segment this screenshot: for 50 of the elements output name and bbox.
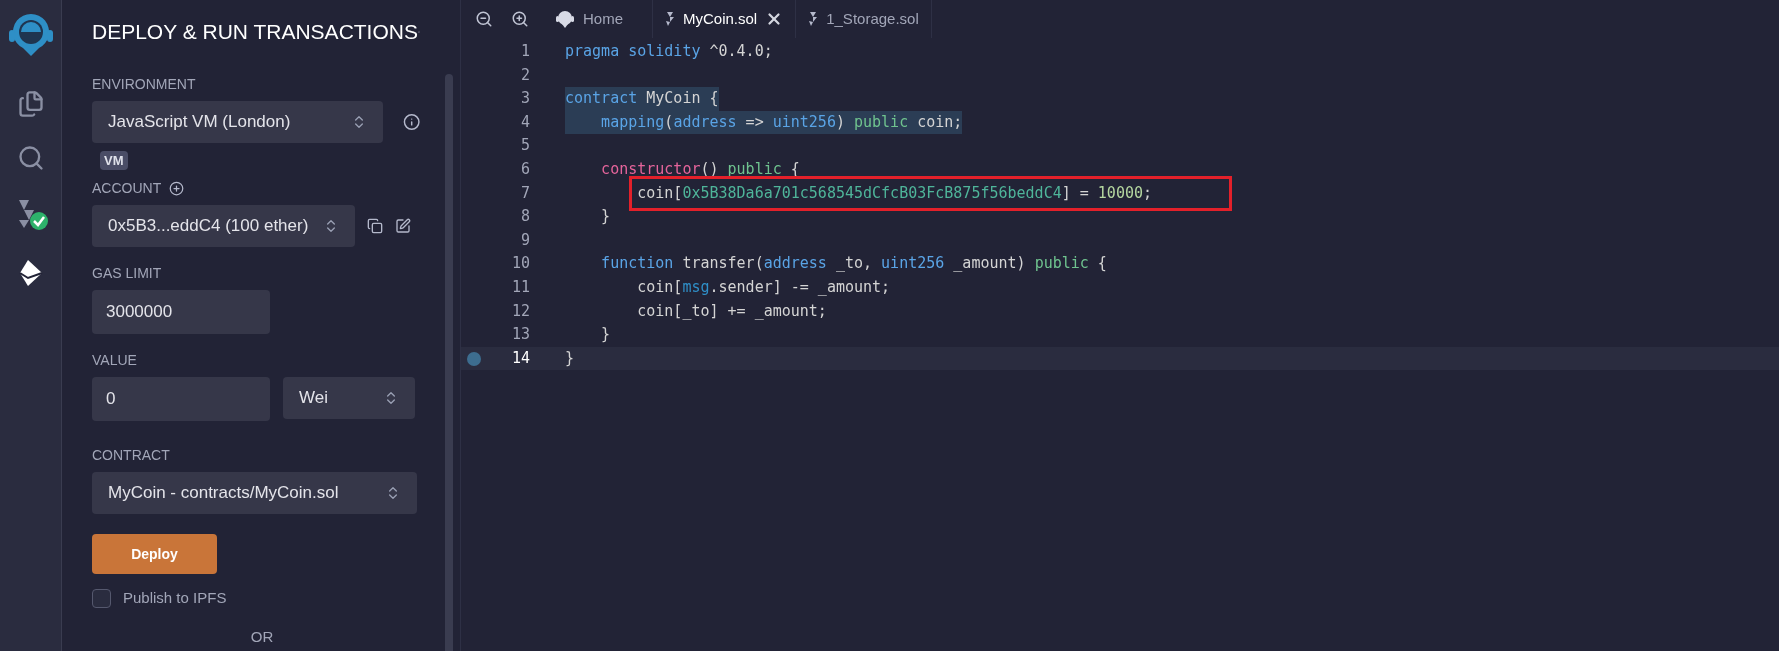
- gas-limit-field[interactable]: 3000000: [92, 290, 270, 334]
- line-number: 11: [510, 276, 530, 298]
- environment-select[interactable]: JavaScript VM (London): [92, 100, 383, 143]
- line-number: 9: [519, 229, 530, 251]
- add-icon[interactable]: [169, 181, 185, 196]
- info-icon[interactable]: [402, 112, 420, 131]
- value-field[interactable]: 0: [92, 377, 270, 421]
- code-line: coin[_to] += _amount;: [636, 300, 827, 322]
- line-number: 6: [519, 158, 530, 180]
- files-icon[interactable]: [16, 90, 45, 118]
- edit-icon[interactable]: [395, 218, 411, 234]
- line-number: 3: [519, 88, 530, 110]
- file-type-icon: [665, 11, 675, 27]
- unit-select[interactable]: Wei: [283, 377, 415, 419]
- value-label: VALUE: [92, 351, 138, 370]
- line-number: 10: [510, 253, 530, 275]
- publish-checkbox[interactable]: [92, 588, 111, 608]
- code-line: }: [600, 324, 611, 346]
- line-number: 5: [519, 135, 530, 157]
- account-label: ACCOUNT: [92, 179, 162, 198]
- code-line: coin[msg.sender] -= _amount;: [636, 276, 891, 298]
- vm-badge: VM: [100, 150, 128, 170]
- or-separator: OR: [249, 626, 274, 647]
- code-line: }: [565, 347, 575, 369]
- contract-select[interactable]: MyCoin - contracts/MyCoin.sol: [92, 472, 417, 514]
- line-number: 12: [510, 300, 530, 322]
- code-line: coin[0x5B38Da6a701c568545dCfcB03FcB875f56beddC4] = 10000;: [636, 182, 1152, 204]
- code-line: pragma solidity ^0.4.0;: [565, 41, 773, 62]
- line-number: 13: [510, 324, 530, 346]
- zoom-in-icon[interactable]: [511, 10, 529, 28]
- line-number: 1: [519, 41, 530, 62]
- line-number: 8: [519, 206, 530, 228]
- gas-limit-label: GAS LIMIT: [92, 264, 163, 283]
- code-line: function transfer(address _to, uint256 _amount) public {: [600, 253, 1107, 275]
- publish-label: Publish to IPFS: [123, 588, 227, 608]
- zoom-out-icon[interactable]: [475, 10, 493, 28]
- file-type-icon: [808, 11, 819, 27]
- editor-tab[interactable]: 1_Storage.sol: [796, 0, 932, 38]
- line-number: 4: [519, 111, 530, 133]
- search-icon[interactable]: [16, 144, 45, 172]
- line-number: 14: [510, 347, 530, 369]
- line-number: 2: [519, 64, 530, 86]
- environment-label: ENVIRONMENT: [92, 74, 197, 94]
- home-logo-icon: [555, 10, 575, 28]
- account-select[interactable]: 0x5B3...eddC4 (100 ether): [92, 205, 355, 247]
- code-line: }: [600, 206, 611, 228]
- line-number: 7: [519, 182, 530, 204]
- panel-title: DEPLOY & RUN TRANSACTIONS: [92, 19, 418, 45]
- contract-label: CONTRACT: [92, 446, 171, 465]
- copy-icon[interactable]: [367, 218, 383, 234]
